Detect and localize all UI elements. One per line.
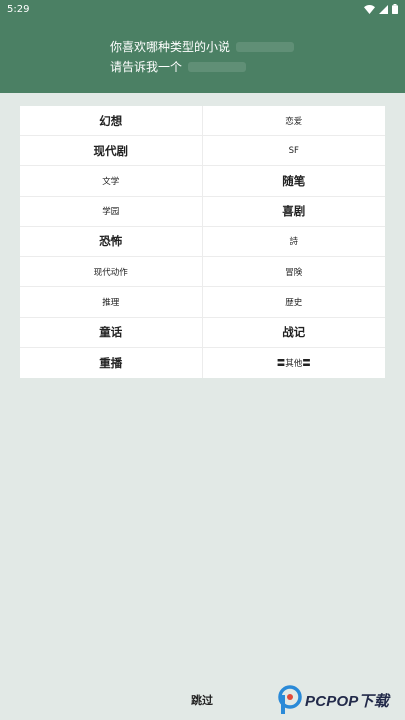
status-icons (364, 4, 398, 14)
question-line-2: 请告诉我一个 (110, 60, 183, 74)
genre-option[interactable]: 恋爱 (202, 106, 385, 137)
wifi-icon (364, 4, 375, 14)
signal-icon (379, 4, 388, 14)
genre-option[interactable]: 现代剧 (20, 136, 203, 167)
genre-option[interactable]: 童话 (20, 317, 203, 348)
genre-option[interactable]: 幻想 (20, 106, 203, 137)
blurred-text-decoration (236, 42, 295, 52)
genre-option[interactable]: 文学 (20, 166, 203, 197)
genre-option[interactable]: 恐怖 (20, 226, 203, 258)
genre-option[interactable]: 现代动作 (20, 257, 203, 288)
genre-option[interactable]: 歴史 (202, 287, 385, 318)
genre-option[interactable]: 喜剧 (202, 197, 385, 227)
genre-option[interactable]: SF (202, 136, 385, 167)
skip-button[interactable]: 跳过 (175, 692, 229, 710)
header-banner: 5:29 你喜欢哪种类型的小说 请告诉我一个 (0, 0, 405, 93)
status-time: 5:29 (7, 3, 30, 15)
battery-icon (392, 4, 398, 14)
genre-option[interactable]: 推理 (20, 287, 203, 318)
watermark: PCPOP下载 (278, 682, 405, 718)
blurred-text-decoration (188, 62, 247, 72)
genre-question: 你喜欢哪种类型的小说 请告诉我一个 (110, 37, 295, 77)
genre-grid: 幻想 恋爱 现代剧 SF 文学 随笔 学园 喜剧 恐怖 詩 现代动作 冒険 推理… (20, 106, 385, 378)
genre-option[interactable]: 冒険 (202, 257, 385, 288)
watermark-text: PCPOP下载 (305, 692, 389, 710)
genre-option[interactable]: 战记 (202, 318, 385, 348)
question-line-1: 你喜欢哪种类型的小说 (110, 40, 231, 54)
genre-option[interactable]: 重播 (20, 347, 203, 378)
genre-option[interactable]: 詩 (202, 227, 385, 258)
genre-option[interactable]: 〓其他〓 (203, 348, 386, 378)
status-bar: 5:29 (0, 0, 405, 18)
pcpop-logo-icon (278, 685, 302, 714)
genre-option[interactable]: 随笔 (202, 166, 385, 197)
genre-option[interactable]: 学园 (20, 196, 203, 227)
